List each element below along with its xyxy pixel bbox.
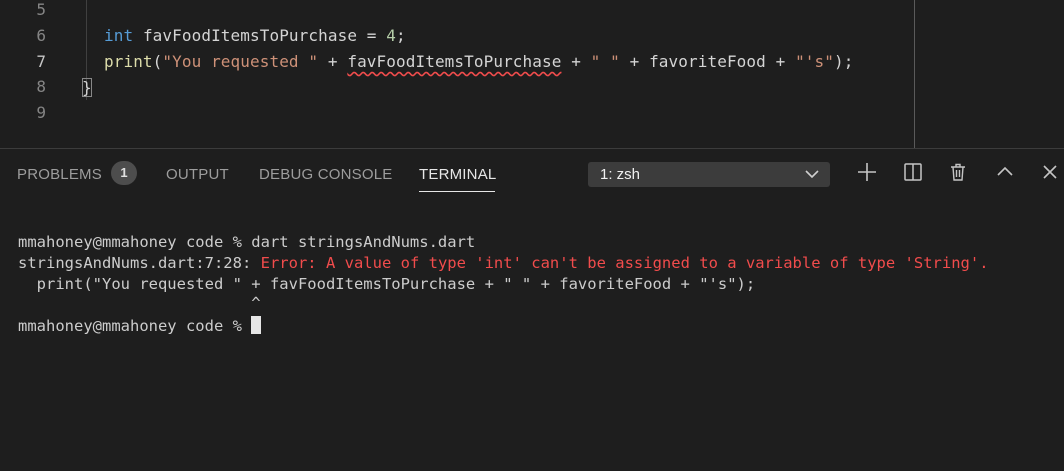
string-token: "'s" bbox=[795, 52, 835, 71]
error-caret: ^ bbox=[18, 294, 261, 312]
string-token: " " bbox=[590, 52, 620, 71]
error-message: Error: A value of type 'int' can't be as… bbox=[260, 254, 989, 272]
number-token: 4 bbox=[386, 26, 396, 45]
error-location: stringsAndNums.dart:7:28: bbox=[18, 254, 261, 272]
string-token: "You requested " bbox=[162, 52, 319, 71]
tab-debug-console[interactable]: DEBUG CONSOLE bbox=[259, 166, 392, 183]
operator-token: = bbox=[357, 26, 387, 45]
line-number-active: 7 bbox=[36, 52, 46, 71]
active-tab-indicator bbox=[419, 191, 495, 192]
code-editor[interactable]: 5 6 7 8 9 int favFoodItemsToPurchase = 4… bbox=[0, 0, 1064, 148]
chevron-down-icon bbox=[804, 166, 820, 182]
bottom-panel: PROBLEMS OUTPUT DEBUG CONSOLE TERMINAL 1… bbox=[0, 148, 1064, 471]
paren-token: ( bbox=[152, 52, 163, 71]
close-icon[interactable] bbox=[1039, 161, 1061, 183]
terminal-line: mmahoney@mmahoney code % dart stringsAnd… bbox=[18, 233, 476, 251]
editor-ruler bbox=[914, 0, 915, 148]
operator-token: + bbox=[318, 52, 348, 71]
semicolon-token: ; bbox=[396, 26, 406, 45]
function-token: print bbox=[104, 52, 153, 71]
operator-token: + bbox=[561, 52, 591, 71]
variable-token: favoriteFood bbox=[649, 52, 766, 71]
problems-count-badge: 1 bbox=[111, 161, 137, 185]
plus-icon[interactable] bbox=[856, 161, 878, 183]
line-number: 8 bbox=[36, 77, 46, 96]
split-terminal-icon[interactable] bbox=[902, 161, 924, 183]
terminal-prompt: mmahoney@mmahoney code % bbox=[18, 317, 252, 335]
closing-brace: } bbox=[82, 78, 92, 97]
terminal-prompt-line: mmahoney@mmahoney code % bbox=[18, 316, 262, 337]
terminal-select-label: 1: zsh bbox=[600, 166, 641, 183]
tab-terminal[interactable]: TERMINAL bbox=[419, 166, 496, 183]
variable-token: favFoodItemsToPurchase bbox=[142, 26, 358, 45]
panel-tab-bar: PROBLEMS OUTPUT DEBUG CONSOLE TERMINAL 1… bbox=[0, 149, 1064, 199]
operator-token: + bbox=[765, 52, 796, 71]
code-line-8[interactable]: } bbox=[82, 75, 92, 101]
chevron-up-icon[interactable] bbox=[994, 161, 1016, 183]
code-line-6[interactable]: int favFoodItemsToPurchase = 4; bbox=[104, 23, 406, 49]
tab-problems[interactable]: PROBLEMS bbox=[17, 166, 102, 183]
keyword-token: int bbox=[104, 26, 134, 45]
code-line-7[interactable]: print("You requested " + favFoodItemsToP… bbox=[104, 49, 853, 75]
terminal-cursor bbox=[251, 316, 262, 334]
terminal-select-dropdown[interactable]: 1: zsh bbox=[588, 162, 830, 187]
terminal-line: print("You requested " + favFoodItemsToP… bbox=[18, 275, 756, 293]
trash-icon[interactable] bbox=[947, 161, 969, 183]
line-number: 9 bbox=[36, 103, 46, 122]
paren-token: ); bbox=[834, 52, 854, 71]
operator-token: + bbox=[619, 52, 650, 71]
error-squiggle-variable[interactable]: favFoodItemsToPurchase bbox=[347, 52, 561, 71]
line-number: 6 bbox=[36, 26, 46, 45]
terminal-error-line: stringsAndNums.dart:7:28: Error: A value… bbox=[18, 253, 989, 274]
tab-output[interactable]: OUTPUT bbox=[166, 166, 229, 183]
line-number: 5 bbox=[36, 0, 46, 19]
